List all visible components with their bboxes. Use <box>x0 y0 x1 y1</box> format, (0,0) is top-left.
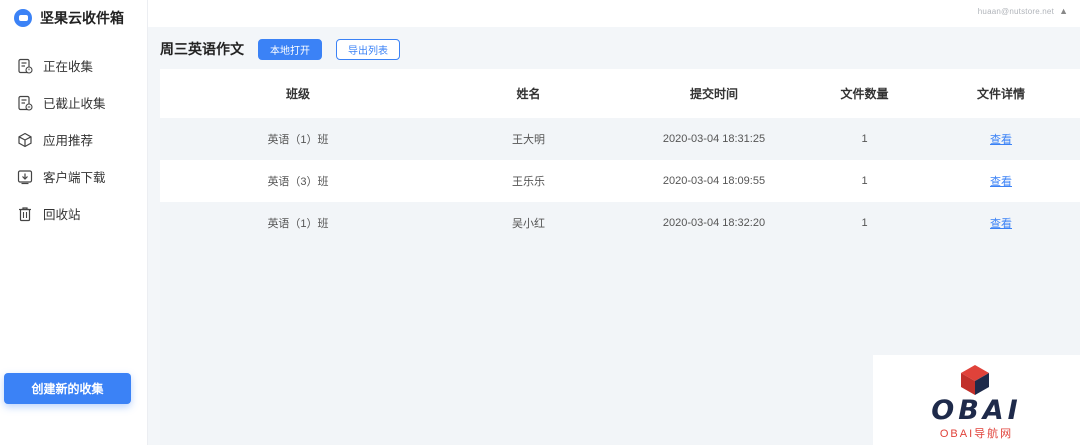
cube-logo-icon <box>961 365 989 395</box>
title-row: 周三英语作文 本地打开 导出列表 <box>160 38 400 60</box>
table-row: 英语（1）班 王大明 2020-03-04 18:31:25 1 查看 <box>160 118 1080 160</box>
sidebar-item-label: 应用推荐 <box>43 134 94 148</box>
watermark: OBAI OBAI导航网 <box>873 355 1080 445</box>
sidebar-item-collecting[interactable]: 正在收集 <box>0 47 148 84</box>
collecting-icon <box>17 58 33 74</box>
table-row: 英语（3）班 王乐乐 2020-03-04 18:09:55 1 查看 <box>160 160 1080 202</box>
cell-class: 英语（1）班 <box>267 134 329 146</box>
cell-time: 2020-03-04 18:32:20 <box>662 217 766 229</box>
cell-class: 英语（3）班 <box>267 176 329 188</box>
open-local-button[interactable]: 本地打开 <box>258 38 322 60</box>
top-bar: huaan@nutstore.net ▲ <box>148 0 1080 27</box>
cube-icon <box>17 132 33 148</box>
sidebar-nav: 正在收集 已截止收集 应用推荐 客户端下载 回收站 <box>0 47 148 232</box>
cell-time: 2020-03-04 18:09:55 <box>662 175 766 187</box>
view-link[interactable]: 查看 <box>990 134 1012 146</box>
column-header-count: 文件数量 <box>840 87 889 101</box>
cell-detail: 查看 <box>922 173 1080 189</box>
user-email[interactable]: huaan@nutstore.net <box>978 7 1054 16</box>
trash-icon <box>17 206 33 222</box>
table-row: 英语（1）班 吴小红 2020-03-04 18:32:20 1 查看 <box>160 202 1080 244</box>
caret-icon[interactable]: ▲ <box>1059 6 1068 16</box>
page-title: 周三英语作文 <box>160 41 244 57</box>
sidebar-item-download[interactable]: 客户端下载 <box>0 158 148 195</box>
cell-detail: 查看 <box>922 131 1080 147</box>
column-header-detail: 文件详情 <box>976 87 1025 101</box>
cell-name: 王乐乐 <box>512 176 545 188</box>
sidebar-item-label: 客户端下载 <box>43 171 106 185</box>
watermark-subtitle: OBAI导航网 <box>939 428 1014 440</box>
cell-name: 王大明 <box>512 134 545 146</box>
sidebar-item-apps[interactable]: 应用推荐 <box>0 121 148 158</box>
sidebar: 坚果云收件箱 正在收集 已截止收集 应用推荐 客户端下载 回收站 创建新的收集 <box>0 0 148 445</box>
view-link[interactable]: 查看 <box>990 176 1012 188</box>
cell-name: 吴小红 <box>512 218 545 230</box>
column-header-class: 班级 <box>285 87 310 101</box>
sidebar-item-label: 正在收集 <box>43 60 94 74</box>
sidebar-item-closed[interactable]: 已截止收集 <box>0 84 148 121</box>
create-collection-button[interactable]: 创建新的收集 <box>4 373 131 404</box>
view-link[interactable]: 查看 <box>990 218 1012 230</box>
cell-count: 1 <box>861 175 868 187</box>
brand[interactable]: 坚果云收件箱 <box>14 8 124 28</box>
column-header-name: 姓名 <box>516 87 541 101</box>
column-header-time: 提交时间 <box>689 87 738 101</box>
cell-class: 英语（1）班 <box>267 218 329 230</box>
table-header: 班级 姓名 提交时间 文件数量 文件详情 <box>160 69 1080 118</box>
cloud-inbox-icon <box>14 9 32 27</box>
cell-detail: 查看 <box>922 215 1080 231</box>
export-list-button[interactable]: 导出列表 <box>336 38 400 60</box>
sidebar-item-label: 已截止收集 <box>43 97 106 111</box>
app-name: 坚果云收件箱 <box>40 10 124 26</box>
download-icon <box>17 169 33 185</box>
watermark-brand: OBAI <box>931 395 1022 426</box>
closed-collection-icon <box>17 95 33 111</box>
cell-time: 2020-03-04 18:31:25 <box>662 133 766 145</box>
cell-count: 1 <box>861 217 868 229</box>
sidebar-item-label: 回收站 <box>43 208 81 222</box>
cell-count: 1 <box>861 133 868 145</box>
sidebar-item-trash[interactable]: 回收站 <box>0 195 148 232</box>
